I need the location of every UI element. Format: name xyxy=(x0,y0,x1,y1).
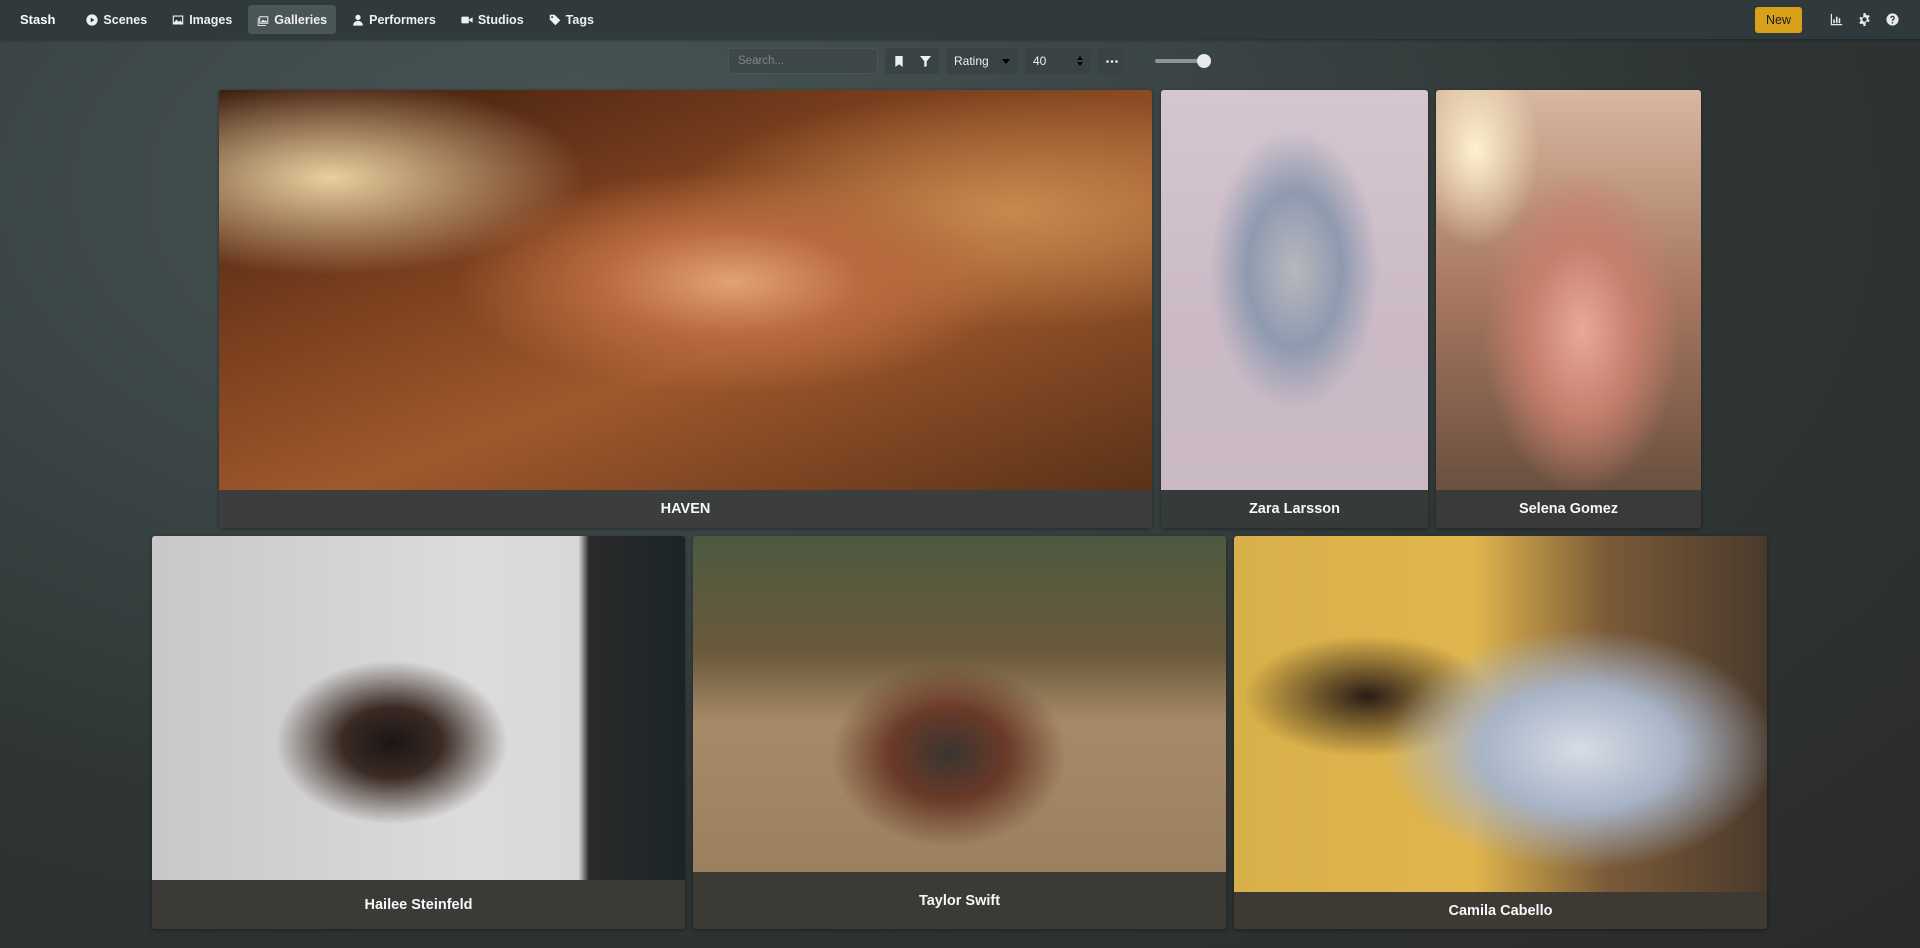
user-icon xyxy=(353,14,363,26)
help-icon xyxy=(1885,13,1899,26)
nav-galleries[interactable]: Galleries xyxy=(248,5,337,34)
images-icon xyxy=(258,15,269,26)
help-button[interactable] xyxy=(1878,7,1906,33)
nav-tags-label: Tags xyxy=(565,12,594,27)
sort-by-value: Rating xyxy=(954,54,989,68)
gallery-title[interactable]: Hailee Steinfeld xyxy=(152,880,685,929)
nav-images-label: Images xyxy=(189,12,233,27)
gallery-card[interactable]: Taylor Swift xyxy=(693,536,1226,929)
gear-icon xyxy=(1858,13,1870,26)
search-input[interactable] xyxy=(728,48,878,74)
tag-icon xyxy=(549,14,560,25)
new-button[interactable]: New xyxy=(1754,6,1802,33)
gallery-card[interactable]: Camila Cabello xyxy=(1234,536,1767,929)
nav-performers-label: Performers xyxy=(369,12,436,27)
nav-studios[interactable]: Studios xyxy=(452,5,533,34)
gallery-cover-image[interactable] xyxy=(1234,536,1767,892)
nav-studios-label: Studios xyxy=(477,12,524,27)
brand-logo[interactable]: Stash xyxy=(20,12,55,27)
gallery-cover-image[interactable] xyxy=(152,536,685,880)
stats-button[interactable] xyxy=(1822,7,1850,33)
gallery-cover-image[interactable] xyxy=(219,90,1152,490)
sort-by-select[interactable]: Rating xyxy=(946,48,1018,74)
gallery-title[interactable]: Zara Larsson xyxy=(1161,490,1428,528)
filter-button-group xyxy=(885,48,939,74)
top-navbar: Stash Scenes Images Galleries Performers… xyxy=(0,0,1920,39)
nav-images[interactable]: Images xyxy=(163,5,241,34)
chart-icon xyxy=(1830,13,1842,26)
list-toolbar: Rating 40 xyxy=(728,48,1211,74)
saved-filter-button[interactable] xyxy=(885,48,912,74)
nav-scenes-label: Scenes xyxy=(103,12,148,27)
filter-icon xyxy=(920,55,931,67)
gallery-title[interactable]: Selena Gomez xyxy=(1436,490,1701,528)
play-circle-icon xyxy=(86,13,99,26)
settings-button[interactable] xyxy=(1850,7,1878,33)
gallery-title[interactable]: HAVEN xyxy=(219,490,1152,528)
gallery-card[interactable]: Hailee Steinfeld xyxy=(152,536,685,929)
caret-down-icon xyxy=(1002,58,1010,64)
ellipsis-icon xyxy=(1105,59,1118,63)
filter-button[interactable] xyxy=(912,48,939,74)
nav-performers[interactable]: Performers xyxy=(343,5,445,34)
navbar-right-group: New xyxy=(1754,6,1906,33)
zoom-slider[interactable] xyxy=(1155,54,1211,68)
gallery-cover-image[interactable] xyxy=(1161,90,1428,490)
gallery-card[interactable]: Zara Larsson xyxy=(1161,90,1428,528)
sort-updown-icon xyxy=(1077,56,1083,66)
per-page-select[interactable]: 40 xyxy=(1025,48,1091,74)
gallery-cover-image[interactable] xyxy=(1436,90,1701,490)
nav-tags[interactable]: Tags xyxy=(540,5,603,34)
gallery-card[interactable]: Selena Gomez xyxy=(1436,90,1701,528)
more-options-button[interactable] xyxy=(1098,48,1125,74)
video-icon xyxy=(461,16,473,23)
gallery-title[interactable]: Camila Cabello xyxy=(1234,892,1767,929)
per-page-value: 40 xyxy=(1033,54,1047,68)
nav-galleries-label: Galleries xyxy=(274,12,328,27)
nav-scenes[interactable]: Scenes xyxy=(77,5,156,34)
image-icon xyxy=(172,15,184,24)
gallery-card[interactable]: HAVEN xyxy=(219,90,1152,528)
gallery-title[interactable]: Taylor Swift xyxy=(693,872,1226,929)
gallery-cover-image[interactable] xyxy=(693,536,1226,872)
bookmark-icon xyxy=(894,55,903,67)
zoom-slider-handle[interactable] xyxy=(1197,54,1211,68)
